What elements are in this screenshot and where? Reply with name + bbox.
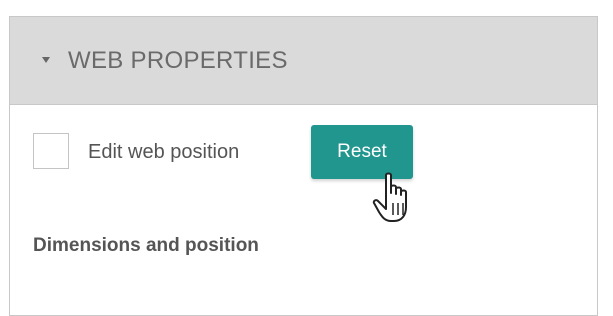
panel-title: WEB PROPERTIES (68, 47, 288, 74)
dimensions-position-heading: Dimensions and position (33, 235, 259, 256)
web-properties-panel: WEB PROPERTIES (9, 16, 598, 316)
caret-down-icon[interactable] (42, 57, 50, 63)
edit-web-position-label[interactable]: Edit web position (88, 140, 239, 164)
panel-header[interactable]: WEB PROPERTIES (10, 17, 597, 105)
edit-web-position-checkbox[interactable] (33, 133, 69, 169)
hand-pointer-icon (372, 172, 407, 222)
top-strip (0, 0, 613, 16)
